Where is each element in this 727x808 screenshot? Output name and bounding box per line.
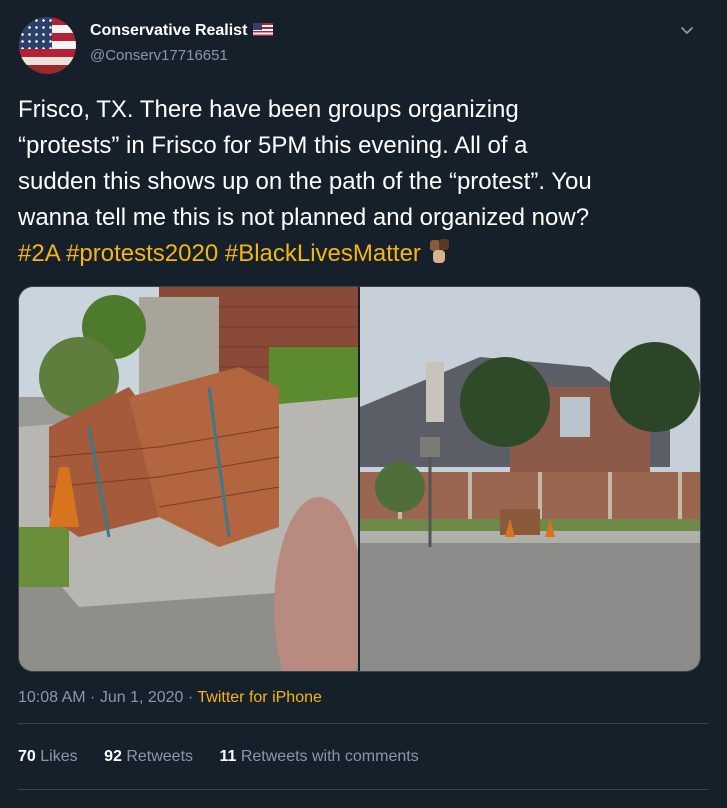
photo-bricks[interactable] [19, 287, 358, 671]
divider [18, 789, 709, 790]
likes-stat[interactable]: 70 Likes [18, 748, 78, 765]
tweet: Conservative Realist @Conserv17716651 Fr… [0, 0, 727, 808]
avatar[interactable] [19, 17, 76, 74]
chevron-down-icon[interactable] [678, 21, 696, 39]
quote-tweets-stat[interactable]: 11 Retweets with comments [219, 748, 418, 765]
tweet-meta: 10:08 AM · Jun 1, 2020 · Twitter for iPh… [18, 689, 322, 706]
us-flag-icon [253, 23, 274, 36]
quote-tweets-count: 11 [219, 748, 237, 765]
likes-count: 70 [18, 748, 36, 765]
photo-street[interactable] [360, 287, 700, 671]
author-handle[interactable]: @Conserv17716651 [90, 47, 228, 64]
likes-label: Likes [40, 748, 78, 765]
raised-fists-icon [429, 239, 449, 263]
tweet-date[interactable]: Jun 1, 2020 [100, 689, 184, 706]
author-name[interactable]: Conservative Realist [90, 22, 274, 40]
author-name-text[interactable]: Conservative Realist [90, 22, 247, 39]
retweets-stat[interactable]: 92 Retweets [104, 748, 193, 765]
tweet-stats: 70 Likes 92 Retweets 11 Retweets with co… [18, 748, 441, 766]
quote-tweets-label: Retweets with comments [240, 748, 419, 765]
tweet-line: wanna tell me this is not planned and or… [18, 204, 590, 231]
retweets-label: Retweets [126, 748, 194, 765]
tweet-line: Frisco, TX. There have been groups organ… [18, 96, 519, 123]
divider [18, 723, 709, 724]
hashtag-blacklivesmatter[interactable]: #BlackLivesMatter [225, 240, 421, 267]
hashtag-line: #2A #protests2020 #BlackLivesMatter [18, 236, 708, 272]
media-grid[interactable] [18, 286, 701, 672]
tweet-line: “protests” in Frisco for 5PM this evenin… [18, 132, 528, 159]
hashtag-protests2020[interactable]: #protests2020 [66, 240, 218, 267]
retweets-count: 92 [104, 748, 122, 765]
tweet-source-link[interactable]: Twitter for iPhone [197, 689, 322, 706]
hashtag-2a[interactable]: #2A [18, 240, 59, 267]
tweet-line: sudden this shows up on the path of the … [18, 168, 592, 195]
tweet-text: Frisco, TX. There have been groups organ… [18, 92, 708, 272]
tweet-time[interactable]: 10:08 AM [18, 689, 86, 706]
